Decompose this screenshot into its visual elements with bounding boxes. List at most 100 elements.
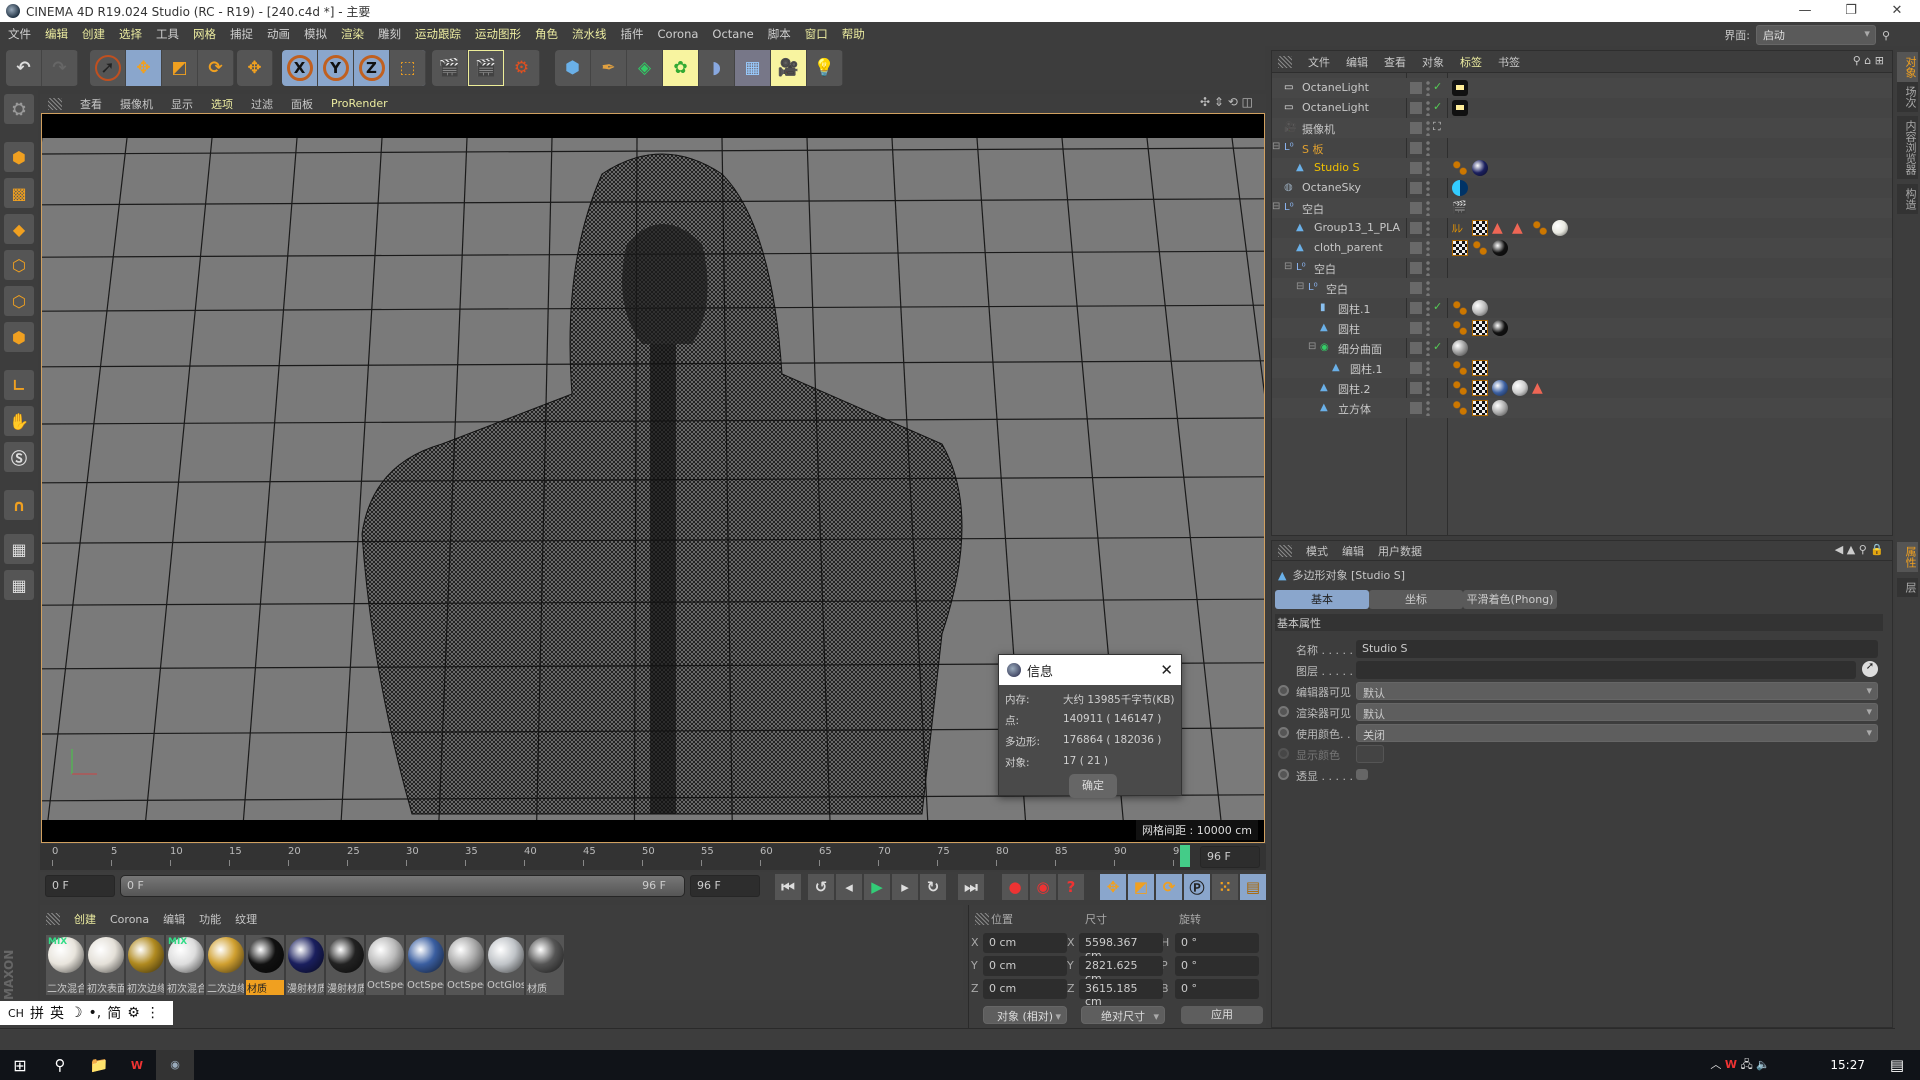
snap-icon[interactable]: Ⓢ xyxy=(4,442,34,472)
viewport-menu-item[interactable]: ProRender xyxy=(331,97,388,110)
minimize-button[interactable]: — xyxy=(1782,0,1828,22)
make-editable-icon[interactable]: ⛭ xyxy=(4,94,34,124)
keyframe-selection-button[interactable]: ? xyxy=(1058,874,1084,900)
object-row[interactable]: ▲ Group13_1_PLA ﾙﾚ ▲ ▲ xyxy=(1272,218,1892,238)
phong-tag-icon[interactable] xyxy=(1452,300,1468,316)
material-menu-item[interactable]: Corona xyxy=(110,913,149,926)
maximize-button[interactable]: ❐ xyxy=(1828,0,1874,22)
file-explorer-icon[interactable]: 📁 xyxy=(80,1056,118,1074)
material-swatch[interactable]: 漫射材质 xyxy=(286,935,324,995)
visibility-dots[interactable] xyxy=(1426,120,1430,136)
cloth-tag-icon[interactable]: ﾙﾚ xyxy=(1452,220,1468,236)
grid-snap-icon[interactable]: ▦ xyxy=(4,570,34,600)
visibility-dots[interactable] xyxy=(1426,220,1430,236)
ime-item[interactable]: ⚙ xyxy=(127,1005,140,1021)
animate-radio[interactable] xyxy=(1278,769,1289,780)
viewport-menu-item[interactable]: 过滤 xyxy=(251,96,273,112)
render-picture-viewer-icon[interactable]: 🎬 xyxy=(468,50,504,86)
animate-radio[interactable] xyxy=(1278,706,1289,717)
object-name[interactable]: S 板 xyxy=(1302,141,1323,157)
panel-grip[interactable] xyxy=(46,913,60,925)
side-tab[interactable]: 场次 xyxy=(1897,82,1918,112)
search-icon[interactable]: ⚲ xyxy=(1882,29,1890,42)
visibility-dots[interactable] xyxy=(1426,340,1430,356)
tab-basic[interactable]: 基本 xyxy=(1275,590,1369,609)
cloner-icon[interactable]: ✿ xyxy=(663,50,699,86)
phong-tag-icon[interactable] xyxy=(1532,220,1548,236)
xray-checkbox[interactable] xyxy=(1356,769,1368,780)
render-view-icon[interactable]: 🎬 xyxy=(432,50,468,86)
x-axis-lock-icon[interactable]: X xyxy=(282,50,318,86)
material-swatch[interactable]: OctGloss xyxy=(486,935,524,995)
edges-mode-icon[interactable]: ⬡ xyxy=(4,286,34,316)
menu-item[interactable]: 帮助 xyxy=(842,26,865,42)
menu-item[interactable]: 角色 xyxy=(535,26,558,42)
expand-toggle[interactable]: ⊟ xyxy=(1272,201,1280,212)
object-name[interactable]: 空白 xyxy=(1302,201,1324,217)
menu-item[interactable]: 文件 xyxy=(8,26,31,42)
object-row[interactable]: ⊟ L⁰ 空白 🎬 xyxy=(1272,198,1892,218)
start-frame-field[interactable]: 0 F xyxy=(45,875,115,897)
prev-key-button[interactable]: ↺ xyxy=(808,874,834,900)
phong-tag-icon[interactable] xyxy=(1452,160,1468,176)
points-mode-icon[interactable]: ⬡ xyxy=(4,250,34,280)
menu-item[interactable]: 流水线 xyxy=(572,26,607,42)
material-tag-icon[interactable] xyxy=(1472,160,1488,176)
ok-button[interactable]: 确定 xyxy=(1069,774,1117,798)
render-settings-icon[interactable]: ⚙ xyxy=(504,50,540,86)
layer-flag-icon[interactable] xyxy=(1410,222,1422,234)
viewport-menu-item[interactable]: 摄像机 xyxy=(120,96,153,112)
go-to-start-button[interactable]: ⏮ xyxy=(775,874,801,900)
coordinate-system-icon[interactable]: ⬚ xyxy=(390,50,426,86)
next-key-button[interactable]: ↻ xyxy=(920,874,946,900)
phong-tag-icon[interactable] xyxy=(1452,320,1468,336)
layer-field[interactable] xyxy=(1356,661,1856,679)
lock-icon[interactable]: 🔒 xyxy=(1870,543,1884,556)
octane-light-tag-icon[interactable] xyxy=(1452,100,1468,116)
key-pla-button[interactable]: ⁙ xyxy=(1212,874,1238,900)
back-arrow-icon[interactable]: ◀ xyxy=(1835,543,1843,556)
y-axis-lock-icon[interactable]: Y xyxy=(318,50,354,86)
layer-flag-icon[interactable] xyxy=(1410,322,1422,334)
visibility-dots[interactable] xyxy=(1426,300,1430,316)
phong-tag-icon[interactable] xyxy=(1452,380,1468,396)
object-name[interactable]: 圆柱.1 xyxy=(1338,301,1371,317)
texture-tag-icon[interactable] xyxy=(1472,360,1488,376)
phong-tag-icon[interactable] xyxy=(1452,400,1468,416)
visibility-dots[interactable] xyxy=(1426,280,1430,296)
visibility-dots[interactable] xyxy=(1426,180,1430,196)
attribute-menu-item[interactable]: 模式 xyxy=(1306,543,1328,559)
key-parameter-button[interactable]: Ⓟ xyxy=(1184,874,1210,900)
layout-dropdown[interactable]: 启动 xyxy=(1755,25,1876,45)
object-row[interactable]: ◍ OctaneSky xyxy=(1272,178,1892,198)
visibility-dots[interactable] xyxy=(1426,80,1430,96)
menu-item[interactable]: 渲染 xyxy=(341,26,364,42)
timeline-ruler[interactable]: 0510152025303540455055606570758085909596… xyxy=(40,844,1266,870)
orbit-icon[interactable]: ⟲ xyxy=(1228,95,1238,109)
home-icon[interactable]: ⌂ xyxy=(1864,54,1871,67)
object-name[interactable]: 空白 xyxy=(1314,261,1336,277)
select-tool-icon[interactable]: ➚ xyxy=(90,50,126,86)
visibility-dots[interactable] xyxy=(1426,200,1430,216)
ime-item[interactable]: 拼 xyxy=(30,1003,44,1023)
material-tag-icon[interactable] xyxy=(1492,320,1508,336)
pen-spline-icon[interactable]: ✒ xyxy=(591,50,627,86)
subdivision-icon[interactable]: ◈ xyxy=(627,50,663,86)
panel-grip[interactable] xyxy=(1278,55,1292,68)
animate-radio[interactable] xyxy=(1278,748,1289,759)
go-to-end-button[interactable]: ⏭ xyxy=(958,874,984,900)
ime-item[interactable]: 英 xyxy=(50,1003,64,1023)
visibility-dots[interactable] xyxy=(1426,260,1430,276)
animate-radio[interactable] xyxy=(1278,685,1289,696)
texture-tag-icon[interactable] xyxy=(1472,220,1488,236)
material-swatch[interactable]: 材质 xyxy=(526,935,564,995)
material-swatch[interactable]: OctSpec xyxy=(406,935,444,995)
attribute-menu-item[interactable]: 编辑 xyxy=(1342,543,1364,559)
material-swatch[interactable]: 二次边缘 xyxy=(206,935,244,995)
object-row[interactable]: ▲ 圆柱.1 xyxy=(1272,358,1892,378)
panel-grip[interactable] xyxy=(1278,544,1292,557)
side-tab[interactable]: 属性 xyxy=(1897,542,1918,572)
menu-item[interactable]: 脚本 xyxy=(768,26,791,42)
object-row[interactable]: ▭ OctaneLight ✓ xyxy=(1272,98,1892,118)
material-menu-item[interactable]: 创建 xyxy=(74,911,96,927)
